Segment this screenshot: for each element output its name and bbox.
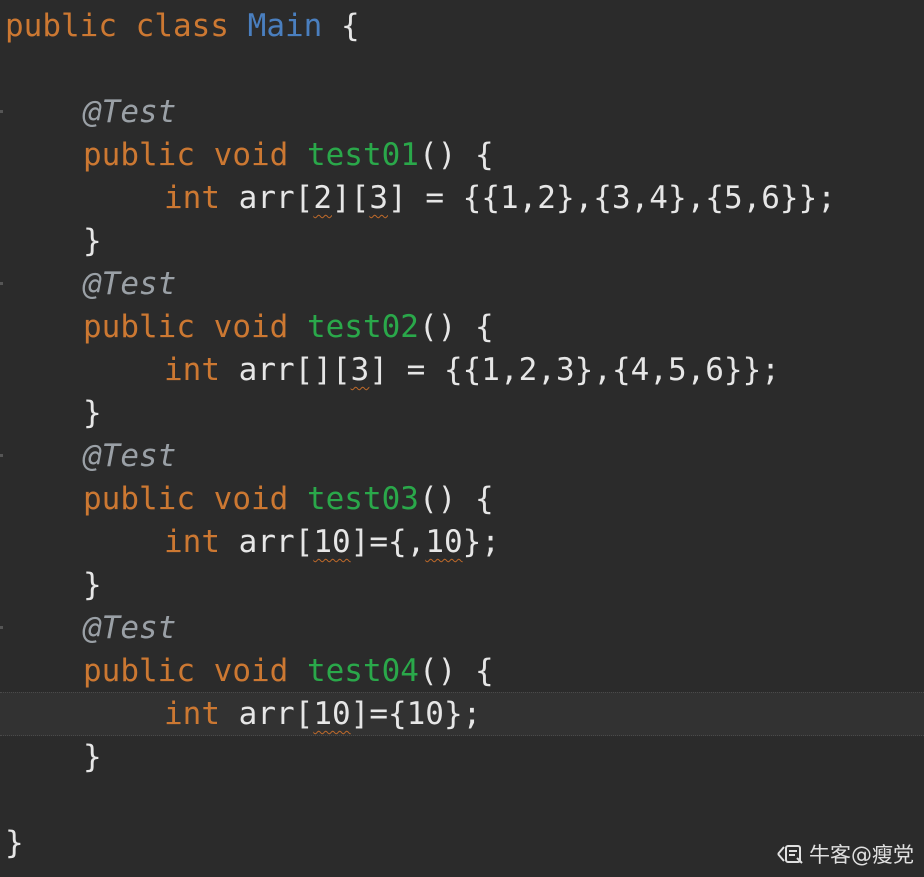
warning-token: 10 <box>425 524 463 560</box>
statement-line: int arr[][3] = {{1,2,3},{4,5,6}}; <box>164 349 780 392</box>
keyword-public: public <box>83 481 195 517</box>
method-name: test03 <box>306 481 419 517</box>
code-text: arr[ <box>238 696 314 732</box>
annotation-line: @Test <box>83 607 176 650</box>
statement-line: int arr[2][3] = {{1,2},{3,4},{5,6}}; <box>164 177 836 220</box>
warning-token: 3 <box>369 180 388 216</box>
code-text: ] = {{1,2,3},{4,5,6}}; <box>369 352 780 388</box>
keyword-int: int <box>164 180 220 216</box>
code-text: ][ <box>332 180 370 216</box>
code-text: ]={10}; <box>350 696 482 732</box>
warning-token: 10 <box>313 696 351 732</box>
keyword-public: public <box>5 8 117 44</box>
method-name: test02 <box>306 309 419 345</box>
test-annotation: @Test <box>83 94 177 130</box>
gutter-marker <box>0 454 3 457</box>
nowcoder-logo-icon <box>775 842 805 866</box>
close-brace: } <box>83 395 102 431</box>
close-brace: } <box>83 567 102 603</box>
code-editor[interactable]: public class Main { @Test public void te… <box>0 0 924 877</box>
annotation-line: @Test <box>83 435 176 478</box>
signature-tail: () { <box>418 653 494 689</box>
method-close-line: } <box>83 736 102 779</box>
signature-tail: () { <box>418 309 494 345</box>
keyword-void: void <box>213 309 289 345</box>
annotation-line: @Test <box>83 263 176 306</box>
test-annotation: @Test <box>83 610 177 646</box>
close-brace: } <box>5 825 24 861</box>
signature-tail: () { <box>418 481 494 517</box>
keyword-public: public <box>83 653 195 689</box>
gutter-marker <box>0 110 3 113</box>
method-signature-line: public void test02() { <box>83 306 494 349</box>
open-brace: { <box>340 8 360 44</box>
keyword-void: void <box>213 137 289 173</box>
test-annotation: @Test <box>83 266 177 302</box>
method-signature-line: public void test01() { <box>83 134 494 177</box>
code-text: }; <box>462 524 500 560</box>
class-name: Main <box>247 8 323 44</box>
code-text: arr[ <box>238 180 314 216</box>
keyword-public: public <box>83 137 195 173</box>
statement-line: int arr[10]={,10}; <box>164 521 500 564</box>
code-text: ] = {{1,2},{3,4},{5,6}}; <box>388 180 836 216</box>
method-close-line: } <box>83 564 102 607</box>
watermark-text: 牛客@瘦党 <box>809 843 914 867</box>
warning-token: 2 <box>313 180 332 216</box>
keyword-void: void <box>213 653 289 689</box>
code-text: arr[ <box>238 524 314 560</box>
class-declaration-line: public class Main { <box>5 5 360 48</box>
close-brace: } <box>83 223 102 259</box>
warning-token: 3 <box>350 352 370 388</box>
signature-tail: () { <box>418 137 494 173</box>
method-name: test01 <box>306 137 419 173</box>
gutter-marker <box>0 626 3 629</box>
test-annotation: @Test <box>83 438 177 474</box>
code-text: ]={, <box>350 524 426 560</box>
method-signature-line: public void test04() { <box>83 650 494 693</box>
keyword-public: public <box>83 309 195 345</box>
keyword-int: int <box>164 696 220 732</box>
watermark: 牛客@瘦党 <box>775 839 914 869</box>
class-close-line: } <box>5 822 24 865</box>
method-name: test04 <box>306 653 419 689</box>
keyword-int: int <box>164 352 220 388</box>
method-close-line: } <box>83 220 102 263</box>
code-text: arr[][ <box>238 352 351 388</box>
gutter-marker <box>0 282 3 285</box>
statement-line: int arr[10]={10}; <box>164 693 481 736</box>
annotation-line: @Test <box>83 91 176 134</box>
keyword-int: int <box>164 524 220 560</box>
close-brace: } <box>83 739 102 775</box>
keyword-class: class <box>135 8 229 44</box>
method-signature-line: public void test03() { <box>83 478 494 521</box>
method-close-line: } <box>83 392 102 435</box>
warning-token: 10 <box>313 524 351 560</box>
keyword-void: void <box>213 481 289 517</box>
